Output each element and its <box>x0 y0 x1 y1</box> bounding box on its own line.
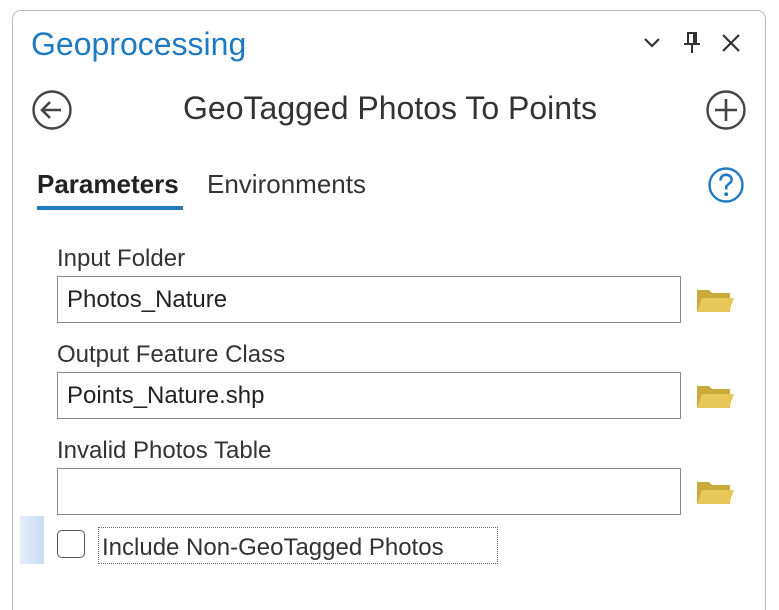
tab-environments[interactable]: Environments <box>207 169 366 200</box>
active-tab-indicator <box>37 206 183 210</box>
help-button[interactable] <box>707 166 745 209</box>
folder-icon <box>697 386 734 408</box>
tab-parameters[interactable]: Parameters <box>37 169 179 200</box>
pin-icon <box>684 32 700 53</box>
close-icon <box>722 34 740 52</box>
pane-pin-button[interactable] <box>679 30 705 56</box>
folder-icon <box>697 482 734 504</box>
output-feature-class-field[interactable] <box>57 372 681 419</box>
input-folder-field[interactable] <box>57 276 681 323</box>
back-button[interactable] <box>31 89 73 136</box>
invalid-photos-table-browse-button[interactable] <box>695 477 735 507</box>
input-folder-label: Input Folder <box>57 245 186 272</box>
chevron-down-icon <box>644 38 660 48</box>
pane-title: Geoprocessing <box>31 26 247 62</box>
invalid-photos-table-label: Invalid Photos Table <box>57 437 272 464</box>
input-folder-browse-button[interactable] <box>695 285 735 315</box>
pane-options-button[interactable] <box>639 30 665 56</box>
focus-indicator <box>20 516 44 564</box>
add-circle-icon <box>706 90 746 130</box>
folder-icon <box>697 290 734 312</box>
help-icon <box>708 167 744 203</box>
add-button[interactable] <box>705 89 747 136</box>
include-non-geotagged-checkbox[interactable] <box>57 530 85 558</box>
output-feature-class-label: Output Feature Class <box>57 341 286 368</box>
tool-title: GeoTagged Photos To Points <box>183 90 597 126</box>
back-arrow-icon <box>32 90 72 130</box>
output-feature-class-browse-button[interactable] <box>695 381 735 411</box>
pane-close-button[interactable] <box>718 30 744 56</box>
invalid-photos-table-field[interactable] <box>57 468 681 515</box>
include-non-geotagged-label[interactable]: Include Non-GeoTagged Photos <box>98 527 498 564</box>
